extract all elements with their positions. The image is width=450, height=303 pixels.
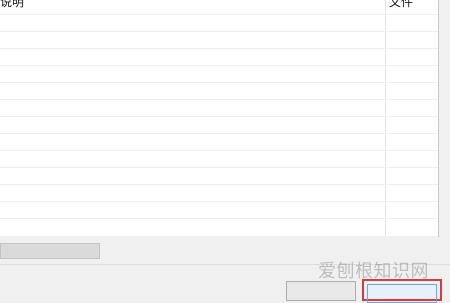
list-row-divider <box>0 31 438 32</box>
column-header-file[interactable]: 文件 <box>389 0 413 10</box>
list-row-divider <box>0 99 438 100</box>
horizontal-scrollbar-thumb[interactable] <box>0 243 100 259</box>
list-row-divider <box>0 218 438 219</box>
list-row-divider <box>0 150 438 151</box>
list-row-divider <box>0 133 438 134</box>
list-row-divider <box>0 65 438 66</box>
list-row-divider <box>0 82 438 83</box>
list-row-divider <box>0 184 438 185</box>
list-row-divider <box>0 14 438 15</box>
primary-button[interactable] <box>362 279 442 303</box>
list-row-divider <box>0 167 438 168</box>
list-row-divider <box>0 48 438 49</box>
secondary-button[interactable] <box>286 281 356 301</box>
column-header-description[interactable]: 说明 <box>0 0 24 10</box>
file-list[interactable]: 说明 文件 <box>0 0 439 237</box>
list-row-divider <box>0 201 438 202</box>
list-row-divider <box>0 116 438 117</box>
